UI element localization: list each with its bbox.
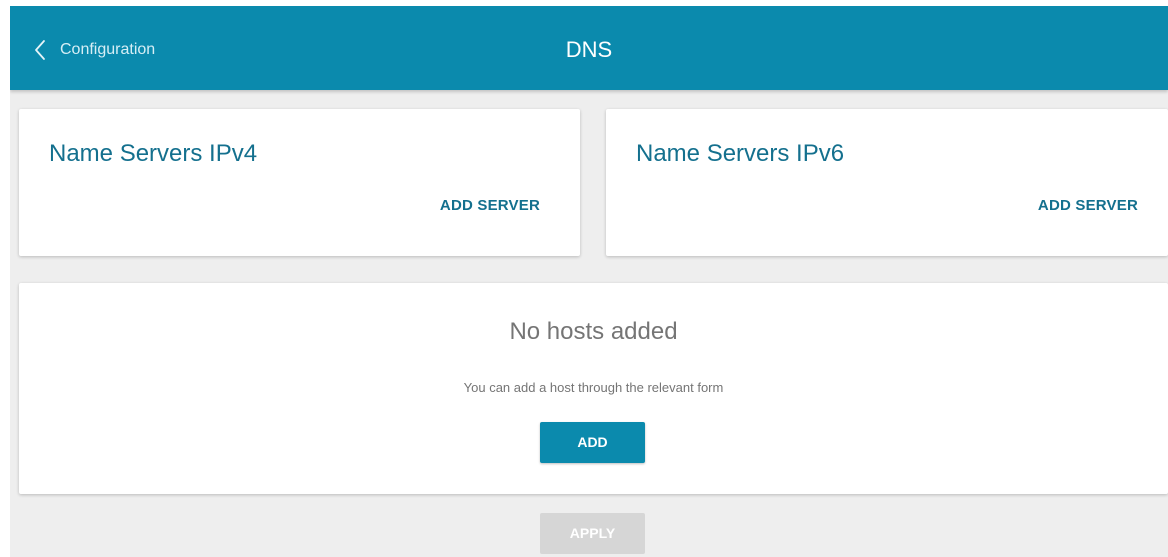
card-title: Name Servers IPv4 [49, 140, 258, 167]
name-servers-ipv4-card: Name Servers IPv4 ADD SERVER [19, 109, 580, 256]
app-frame: Configuration DNS Name Servers IPv4 ADD … [10, 6, 1168, 557]
empty-state-text: You can add a host through the relevant … [463, 380, 724, 395]
name-servers-ipv6-card: Name Servers IPv6 ADD SERVER [606, 109, 1168, 256]
empty-state-title: No hosts added [509, 318, 678, 345]
page-title: DNS [565, 37, 613, 62]
hosts-card: No hosts added You can add a host throug… [19, 283, 1168, 494]
apply-button[interactable]: APPLY [540, 513, 645, 554]
top-bar: Configuration DNS [10, 6, 1168, 90]
add-host-button[interactable]: ADD [540, 422, 645, 463]
add-server-ipv4-button[interactable]: ADD SERVER [440, 197, 540, 214]
card-title: Name Servers IPv6 [636, 140, 845, 167]
add-server-ipv6-button[interactable]: ADD SERVER [1038, 197, 1138, 214]
